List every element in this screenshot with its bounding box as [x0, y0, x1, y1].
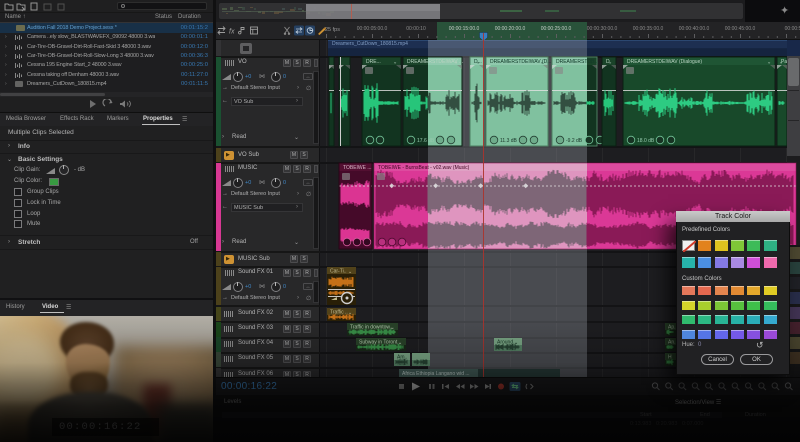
- svg-text:-9.2 dB: -9.2 dB: [566, 138, 583, 144]
- svg-text:TOBEIWE - BurnsBeat - v02.wav: TOBEIWE - BurnsBeat - v02.wav (Music): [378, 165, 470, 171]
- svg-text:⌄: ⌄: [779, 60, 783, 66]
- svg-text:Car-Ti..: Car-Ti..: [330, 269, 346, 275]
- svg-text:⌄: ⌄: [476, 60, 480, 66]
- svg-text:⌄: ⌄: [608, 60, 612, 66]
- svg-text:17.6 dB: 17.6 dB: [417, 138, 435, 144]
- svg-text:18.0 dB: 18.0 dB: [637, 138, 655, 144]
- svg-text:11.3 dB: 11.3 dB: [500, 138, 518, 144]
- svg-text:H: H: [668, 355, 672, 361]
- svg-text:TOBEIWE ...: TOBEIWE ...: [343, 165, 372, 171]
- svg-text:⌄: ⌄: [589, 60, 593, 66]
- svg-text:Subway in Toront...: Subway in Toront...: [359, 340, 401, 346]
- svg-text:⌄: ⌄: [348, 269, 352, 275]
- svg-text:DRE...: DRE...: [366, 59, 381, 65]
- svg-text:⌄: ⌄: [540, 60, 544, 66]
- svg-text:⌄: ⌄: [393, 60, 397, 66]
- svg-text:DREAMERSTDEIWAV (Dialogue): DREAMERSTDEIWAV (Dialogue): [627, 59, 702, 65]
- svg-text:Traffic in downtow...: Traffic in downtow...: [350, 325, 394, 331]
- svg-text:⌄: ⌄: [767, 60, 771, 66]
- svg-text:⌄: ⌄: [454, 60, 458, 66]
